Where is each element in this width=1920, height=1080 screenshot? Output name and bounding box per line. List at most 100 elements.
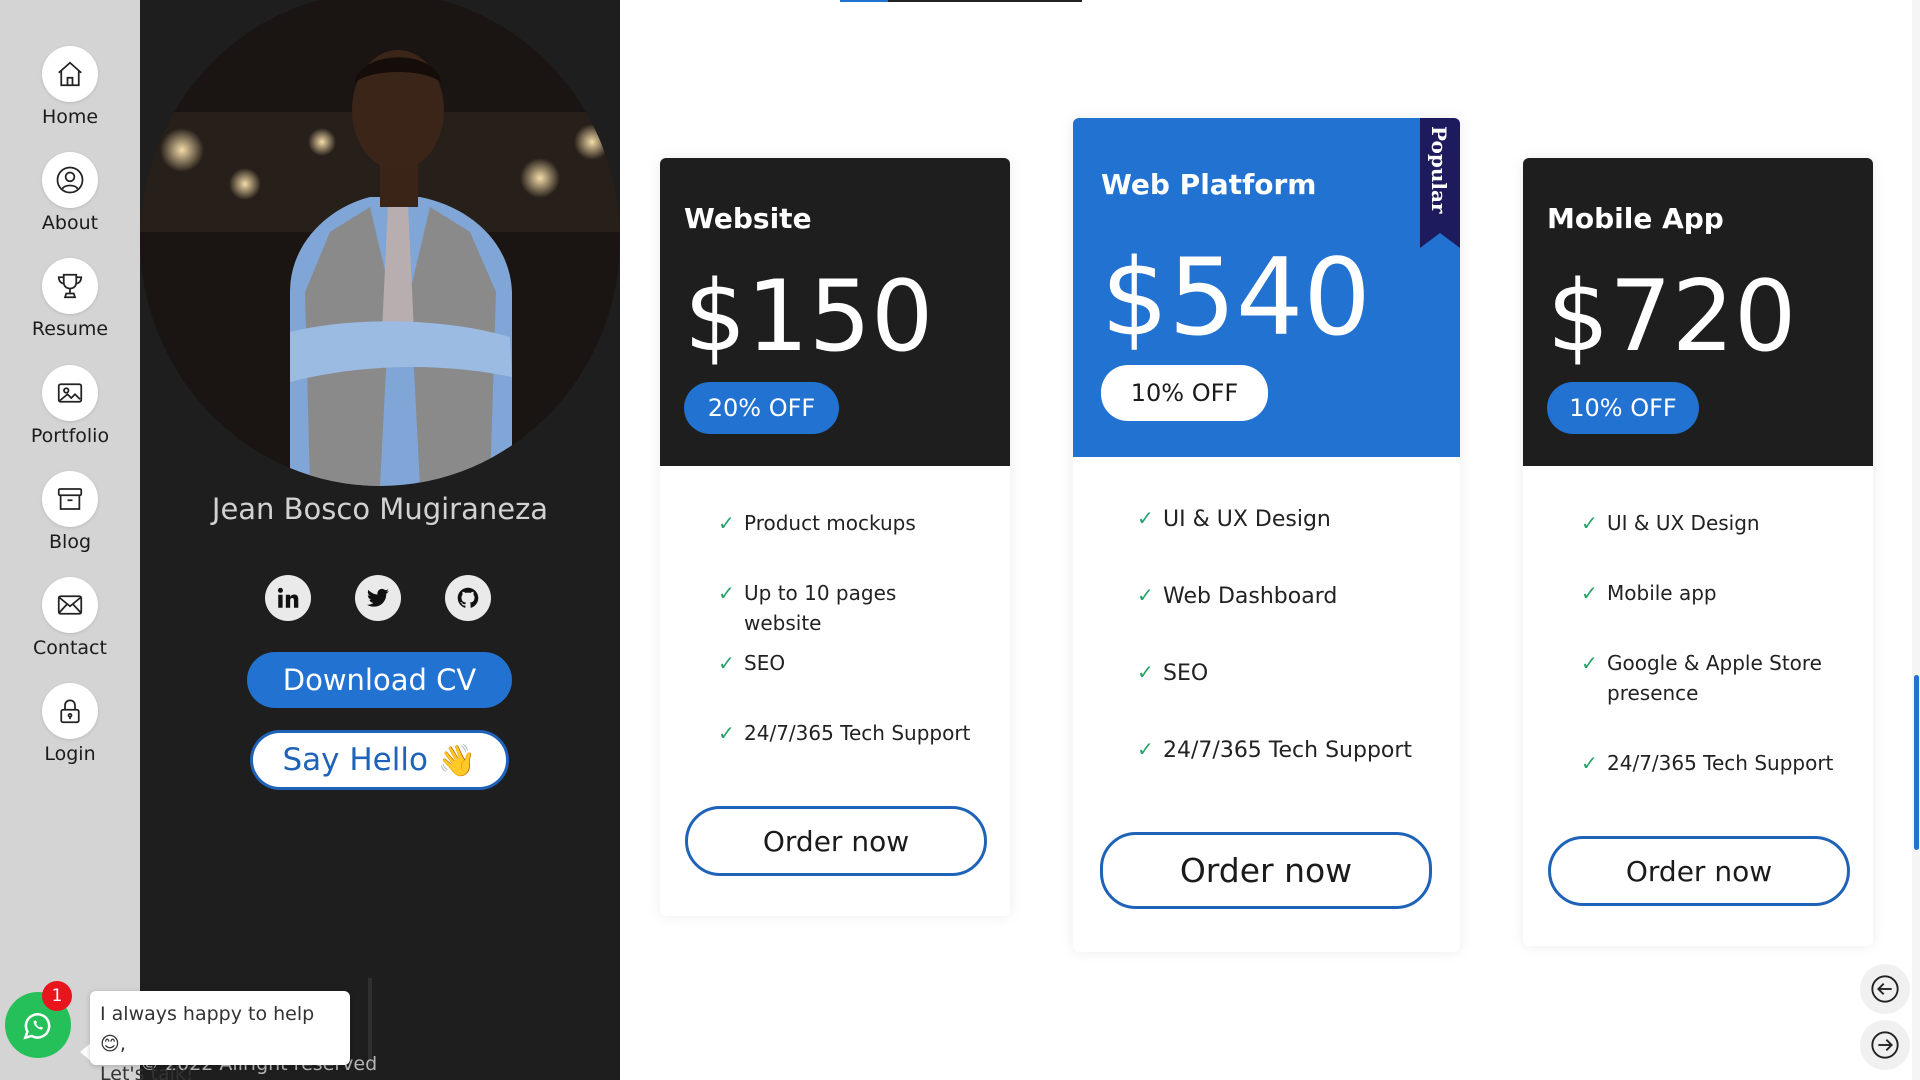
feature-item: ✓ 24/7/365 Tech Support [1581, 748, 1841, 778]
order-now-button[interactable]: Order now [685, 806, 987, 876]
smile-emoji-icon: 😊 [100, 1033, 120, 1055]
feature-item: ✓ Product mockups [718, 508, 978, 538]
feature-text: Google & Apple Store presence [1607, 651, 1822, 705]
chat-line-2: Let's talk! [100, 1063, 194, 1080]
discount-text: 20% OFF [707, 394, 816, 422]
waving-hand-icon: 👋 [437, 742, 477, 779]
chat-line-1: I always happy to help 😊, [100, 1003, 315, 1055]
discount-text: 10% OFF [1130, 379, 1239, 407]
side-nav: Home About Resume Portfolio Blog Contact [0, 0, 140, 1080]
plan-price: $720 [1547, 260, 1797, 374]
check-icon: ✓ [718, 651, 735, 675]
check-icon: ✓ [718, 721, 735, 745]
chat-message-bubble[interactable]: I always happy to help 😊, Let's talk! [90, 991, 350, 1080]
pricing-card-header: Website $150 20% OFF [660, 158, 1010, 466]
pricing-card-mobile-app: Mobile App $720 10% OFF ✓ UI & UX Design … [1523, 158, 1873, 946]
feature-text: 24/7/365 Tech Support [744, 721, 971, 745]
home-icon [42, 46, 98, 102]
discount-badge: 10% OFF [1547, 382, 1699, 434]
github-icon [455, 585, 481, 611]
feature-text: 24/7/365 Tech Support [1163, 738, 1413, 763]
twitter-icon [365, 585, 391, 611]
next-button[interactable] [1860, 1020, 1910, 1070]
archive-icon [42, 471, 98, 527]
nav-item-login[interactable]: Login [0, 683, 140, 765]
nav-label: Login [44, 743, 96, 765]
nav-item-portfolio[interactable]: Portfolio [0, 365, 140, 447]
ribbon-label: Popular [1427, 126, 1451, 214]
check-icon: ✓ [1137, 583, 1154, 607]
feature-item: ✓ Google & Apple Store presence [1581, 648, 1826, 708]
discount-badge: 20% OFF [684, 382, 839, 434]
twitter-link[interactable] [355, 575, 401, 621]
nav-label: Blog [49, 531, 91, 553]
order-now-label: Order now [762, 824, 910, 858]
discount-badge: 10% OFF [1101, 365, 1268, 421]
check-icon: ✓ [1581, 581, 1598, 605]
nav-item-home[interactable]: Home [0, 46, 140, 128]
feature-item: ✓ 24/7/365 Tech Support [1137, 734, 1427, 767]
social-links [265, 575, 491, 621]
profile-name: Jean Bosco Mugiraneza [211, 492, 549, 526]
trophy-icon [42, 258, 98, 314]
order-now-label: Order now [1179, 851, 1353, 890]
check-icon: ✓ [718, 511, 735, 535]
lock-icon [42, 683, 98, 739]
profile-photo [140, 0, 620, 486]
linkedin-link[interactable] [265, 575, 311, 621]
nav-label: Resume [31, 318, 109, 340]
pricing-card-header: Mobile App $720 10% OFF [1523, 158, 1873, 466]
previous-button[interactable] [1860, 964, 1910, 1014]
feature-item: ✓ SEO [1137, 657, 1427, 690]
feature-text: Up to 10 pages website [744, 581, 897, 635]
feature-text: SEO [1163, 661, 1209, 686]
order-now-button[interactable]: Order now [1548, 836, 1850, 906]
feature-text: Web Dashboard [1163, 584, 1338, 609]
chat-text: I always happy to help [100, 1003, 315, 1025]
feature-item: ✓ Web Dashboard [1137, 580, 1427, 613]
check-icon: ✓ [1137, 506, 1154, 530]
feature-text: SEO [744, 651, 786, 675]
popular-ribbon: Popular [1420, 118, 1460, 248]
nav-label: About [41, 212, 99, 234]
download-cv-button[interactable]: Download CV [247, 652, 512, 708]
feature-text: UI & UX Design [1607, 511, 1760, 535]
check-icon: ✓ [718, 581, 735, 605]
feature-item: ✓ 24/7/365 Tech Support [718, 718, 978, 748]
order-now-button[interactable]: Order now [1100, 832, 1432, 909]
nav-item-resume[interactable]: Resume [0, 258, 140, 340]
nav-label: Portfolio [30, 425, 110, 447]
nav-item-blog[interactable]: Blog [0, 471, 140, 553]
download-cv-label: Download CV [282, 663, 477, 697]
pricing-card-website: Website $150 20% OFF ✓ Product mockups ✓ U… [660, 158, 1010, 916]
say-hello-button[interactable]: Say Hello 👋 [250, 730, 509, 790]
feature-text: 24/7/365 Tech Support [1607, 751, 1834, 775]
pricing-card-header: Web Platform $540 10% OFF Popular [1073, 118, 1460, 457]
mail-icon [42, 577, 98, 633]
section-tab-underline-active [840, 0, 888, 2]
github-link[interactable] [445, 575, 491, 621]
feature-text: Product mockups [744, 511, 916, 535]
feature-item: ✓ Mobile app [1581, 578, 1841, 608]
image-icon [42, 365, 98, 421]
feature-item: ✓ SEO [718, 648, 978, 678]
plan-price: $540 [1101, 236, 1371, 359]
feature-text: UI & UX Design [1163, 507, 1331, 532]
scrollbar-thumb[interactable] [1914, 675, 1919, 850]
feature-item: ✓ Up to 10 pages website [718, 578, 978, 638]
arrow-right-icon [1869, 1029, 1901, 1061]
nav-item-contact[interactable]: Contact [0, 577, 140, 659]
nav-item-about[interactable]: About [0, 152, 140, 234]
feature-item: ✓ UI & UX Design [1581, 508, 1841, 538]
plan-title: Web Platform [1101, 168, 1317, 201]
plan-price: $150 [684, 260, 934, 374]
profile-panel: Jean Bosco Mugiraneza Download CV Say He… [140, 0, 620, 1080]
nav-label: Home [41, 106, 99, 128]
page-scrollbar[interactable] [1912, 0, 1920, 1080]
linkedin-icon [275, 585, 301, 611]
feature-text: Mobile app [1607, 581, 1717, 605]
pricing-card-web-platform: Web Platform $540 10% OFF Popular ✓ UI & … [1073, 118, 1460, 952]
say-hello-label: Say Hello [282, 742, 428, 778]
arrow-left-icon [1869, 973, 1901, 1005]
plan-title: Website [684, 202, 812, 235]
